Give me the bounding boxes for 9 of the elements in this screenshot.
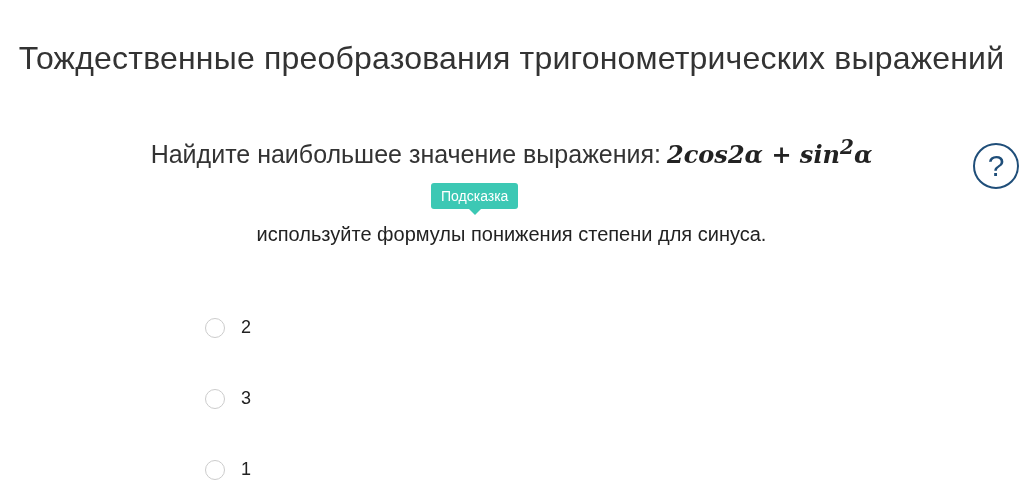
option-label: 3	[241, 388, 251, 409]
option-label: 1	[241, 459, 251, 480]
tooltip-pointer-icon	[468, 209, 481, 215]
option-label: 2	[241, 317, 251, 338]
help-button[interactable]: ?	[973, 143, 1019, 189]
page-title: Тождественные преобразования тригонометрических выражений	[17, 39, 1006, 77]
hint-text: используйте формулы понижения степени для синуса.	[255, 223, 768, 246]
math-formula: 2cos2α + sin$^{2}$α	[667, 140, 873, 169]
question-text: Найдите наибольшее значение выражения:	[150, 140, 662, 168]
